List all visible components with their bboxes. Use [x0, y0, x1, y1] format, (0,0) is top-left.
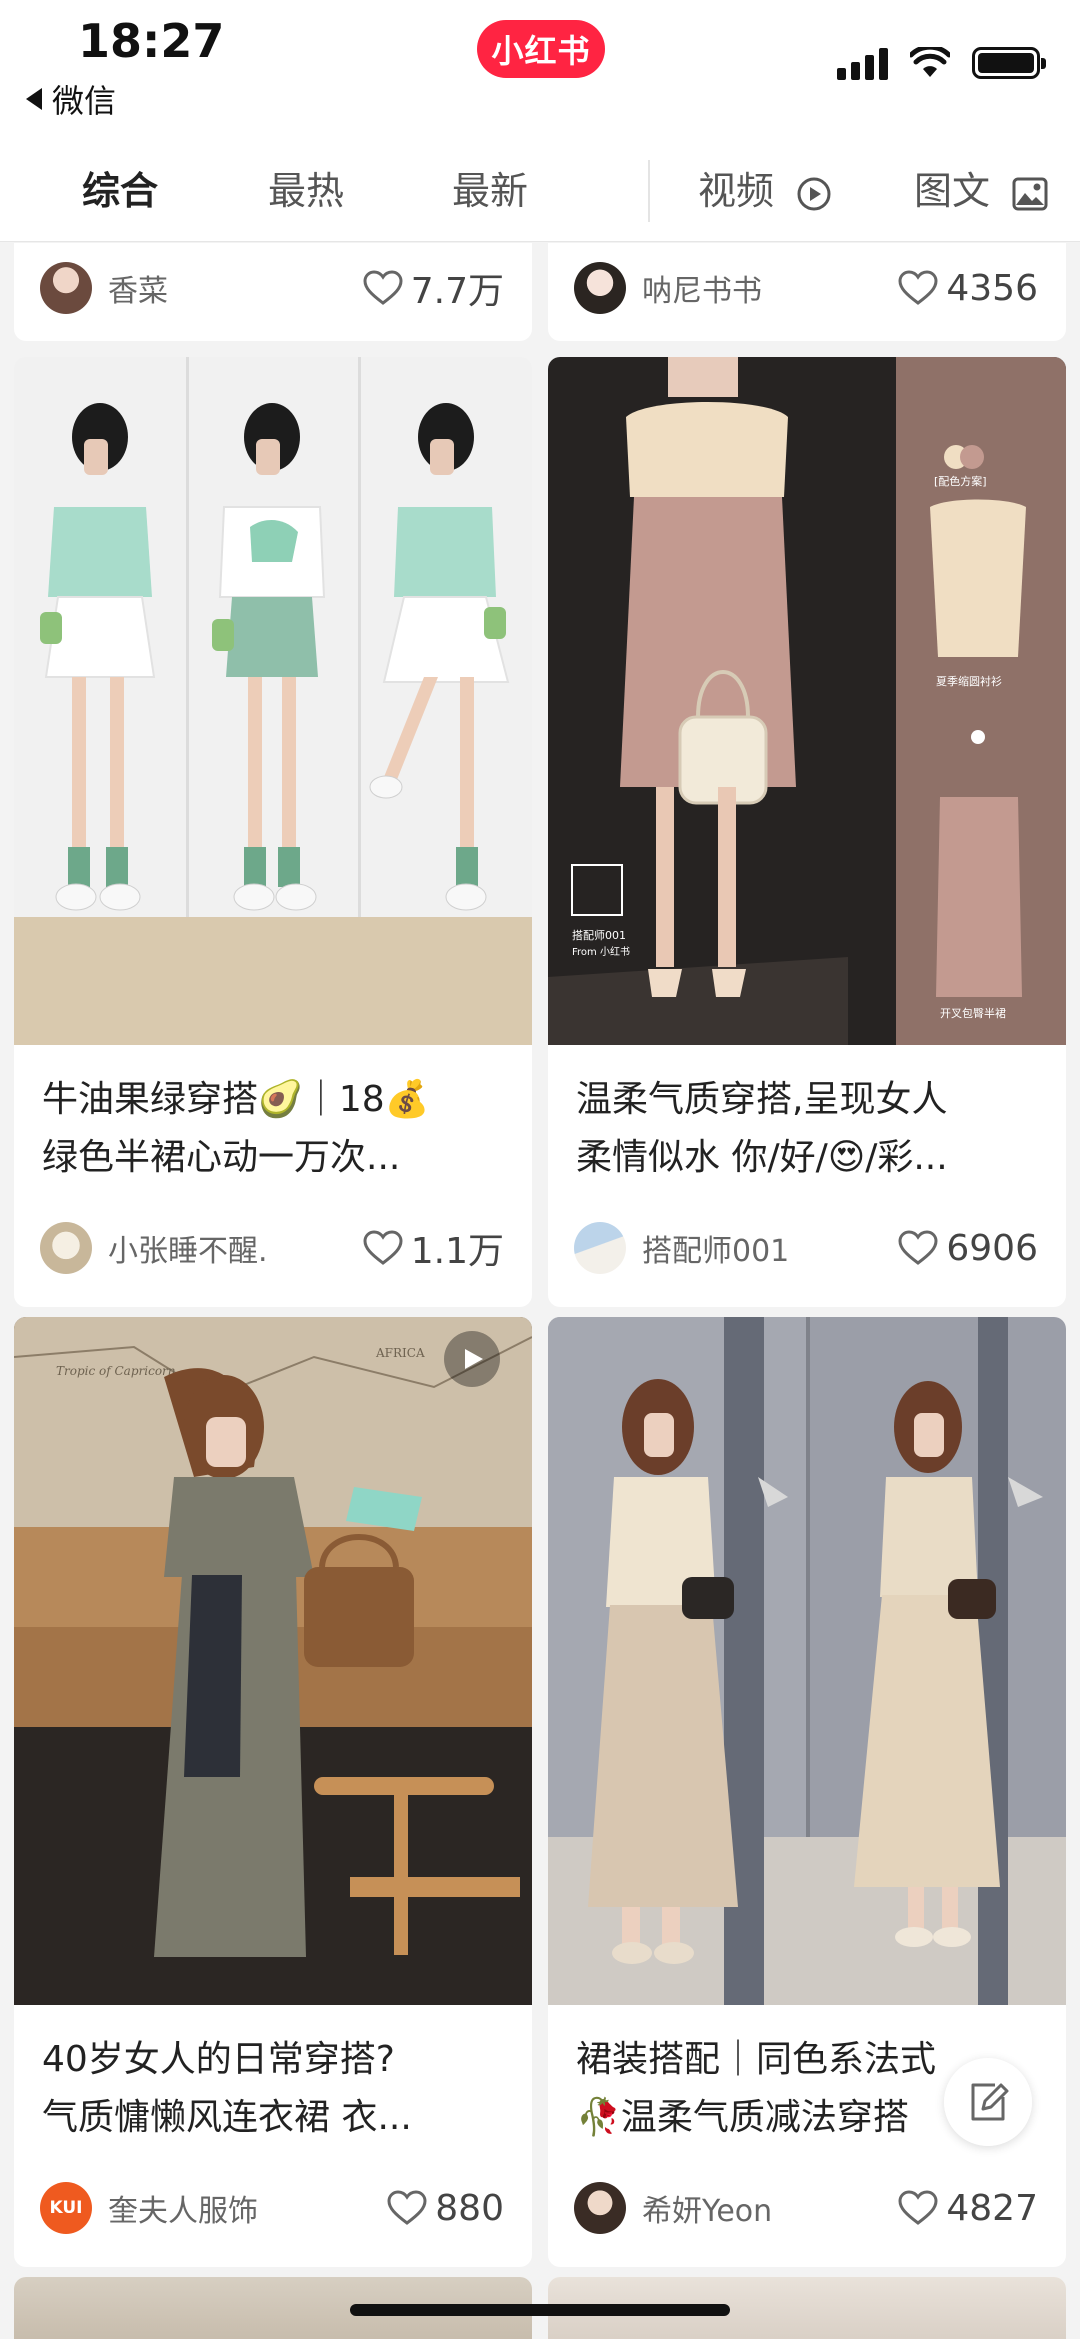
- heart-icon: [363, 270, 403, 305]
- author-name: 呐尼书书: [642, 274, 762, 309]
- filter-tabs: 综合 最热 最新 视频 图文: [0, 140, 1080, 242]
- write-note-button[interactable]: [944, 2058, 1032, 2146]
- avatar: [574, 262, 626, 314]
- note-title: 40岁女人的日常穿搭? 气质慵懒风连衣裙 衣...: [42, 2039, 412, 2138]
- author-name: 小张睡不醒.: [108, 1234, 268, 1269]
- app-logo: 小红书: [477, 20, 605, 78]
- cellular-signal-icon: [837, 46, 888, 80]
- edit-note-icon: [971, 2083, 1009, 2121]
- tab-video[interactable]: 视频: [698, 160, 832, 215]
- note-title: 牛油果绿穿搭🥑｜18💰 绿色半裙心动一万次...: [42, 1079, 430, 1178]
- play-circle-icon: [797, 177, 831, 210]
- tab-comprehensive[interactable]: 综合: [82, 160, 158, 215]
- avatar: [40, 262, 92, 314]
- status-bar: 18:27 微信 小红书: [0, 0, 1080, 140]
- heart-icon: [898, 2190, 938, 2225]
- note-card[interactable]: 牛油果绿穿搭🥑｜18💰 绿色半裙心动一万次... 小张睡不醒. 1.1万: [14, 357, 532, 1307]
- item1-text: 夏季缩圆衬衫: [936, 675, 1002, 688]
- like-count-value: 1.1万: [410, 1231, 504, 1272]
- image-icon: [1012, 177, 1048, 210]
- like-count[interactable]: 4827: [898, 2188, 1038, 2229]
- author-name: 香菜: [108, 274, 168, 309]
- avatar: [574, 1222, 626, 1274]
- wifi-icon: [910, 47, 950, 77]
- tab-newest[interactable]: 最新: [452, 160, 528, 215]
- note-card[interactable]: Tropic of Capricorn AFRICA 40岁女人的日常穿搭? 气…: [14, 1317, 532, 2267]
- like-count-value: 6906: [946, 1227, 1038, 1269]
- system-icons: [837, 46, 1046, 80]
- author-name: 奎夫人服饰: [108, 2194, 258, 2229]
- back-to-wechat[interactable]: 微信: [26, 76, 116, 122]
- tab-image-text[interactable]: 图文: [914, 160, 1048, 215]
- card-meta: 希妍Yeon 4827: [574, 2179, 1038, 2237]
- watermark-sub-text: From 小红书: [572, 945, 630, 958]
- tab-hottest[interactable]: 最热: [268, 160, 344, 215]
- card-meta: 搭配师001 6906: [574, 1219, 1038, 1277]
- like-count[interactable]: 1.1万: [363, 1222, 504, 1274]
- like-count[interactable]: 7.7万: [363, 262, 504, 314]
- note-feed: 香菜 7.7万 呐尼书书 4356 牛油果绿穿搭🥑｜18💰 绿色半裙心动一万次.…: [0, 243, 1080, 2339]
- like-count[interactable]: 6906: [898, 1228, 1038, 1269]
- note-cover-image: Tropic of Capricorn AFRICA: [14, 1317, 532, 2005]
- back-label: 微信: [52, 82, 117, 120]
- heart-icon: [387, 2190, 427, 2225]
- like-count[interactable]: 880: [387, 2188, 504, 2229]
- map-text-2: AFRICA: [375, 1346, 425, 1360]
- card-meta: 小张睡不醒. 1.1万: [40, 1219, 504, 1277]
- like-count-value: 4356: [946, 267, 1038, 309]
- tab-image-text-label: 图文: [914, 169, 991, 213]
- back-arrow-icon: [26, 88, 42, 110]
- card-meta: 呐尼书书 4356: [574, 259, 1038, 317]
- avatar-text: KUI: [49, 2198, 83, 2218]
- avatar: [40, 1222, 92, 1274]
- note-cover-image: [548, 1317, 1066, 2005]
- play-icon: [465, 1349, 483, 1369]
- like-count-value: 4827: [946, 2187, 1038, 2229]
- heart-icon: [898, 1230, 938, 1265]
- card-meta: 香菜 7.7万: [40, 259, 504, 317]
- video-badge: [444, 1331, 500, 1387]
- heart-icon: [363, 1230, 403, 1265]
- tab-divider: [648, 160, 650, 222]
- author-name: 搭配师001: [642, 1234, 790, 1269]
- heart-icon: [898, 270, 938, 305]
- note-cover-image: 搭配师001 From 小红书 [配色方案] 夏季缩圆衬衫 开叉包臀半裙: [548, 357, 1066, 1045]
- author-name: 希妍Yeon: [642, 2194, 773, 2229]
- palette-tag-text: [配色方案]: [934, 474, 987, 488]
- status-time: 18:27: [78, 14, 225, 68]
- card-meta: KUI 奎夫人服饰 880: [40, 2179, 504, 2237]
- battery-icon: [972, 47, 1046, 79]
- map-text: Tropic of Capricorn: [56, 1364, 176, 1378]
- avatar: KUI: [40, 2182, 92, 2234]
- like-count-value: 7.7万: [410, 271, 504, 312]
- note-cover-image: [14, 357, 532, 1045]
- watermark-text: 搭配师001: [572, 929, 626, 942]
- item2-text: 开叉包臀半裙: [940, 1006, 1006, 1020]
- note-card[interactable]: 呐尼书书 4356: [548, 243, 1066, 341]
- tab-video-label: 视频: [698, 169, 775, 213]
- note-card[interactable]: 搭配师001 From 小红书 [配色方案] 夏季缩圆衬衫 开叉包臀半裙 温柔气…: [548, 357, 1066, 1307]
- avatar: [574, 2182, 626, 2234]
- home-indicator[interactable]: [350, 2304, 730, 2316]
- note-title: 温柔气质穿搭,呈现女人 柔情似水 你/好/😍/彩...: [576, 1079, 948, 1178]
- like-count-value: 880: [435, 2187, 504, 2229]
- like-count[interactable]: 4356: [898, 268, 1038, 309]
- note-card[interactable]: 香菜 7.7万: [14, 243, 532, 341]
